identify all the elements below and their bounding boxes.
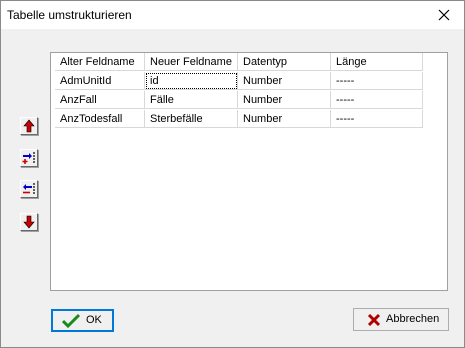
length-cell[interactable]: ----- <box>331 91 423 109</box>
datatype-cell[interactable]: Number <box>238 110 331 128</box>
arrow-up-icon <box>23 119 35 133</box>
datatype-cell[interactable]: Number <box>238 91 331 109</box>
x-icon <box>367 313 381 327</box>
dialog-window: Tabelle umstrukturieren Alter Feldname N… <box>0 0 465 348</box>
close-icon <box>438 9 450 21</box>
cancel-button[interactable]: Abbrechen <box>353 308 449 331</box>
column-header[interactable]: Neuer Feldname <box>145 53 238 71</box>
close-button[interactable] <box>424 1 464 29</box>
column-header[interactable]: Datentyp <box>238 53 331 71</box>
new-fieldname-cell[interactable]: Fälle <box>145 91 238 109</box>
field-grid[interactable]: Alter Feldname Neuer Feldname Datentyp L… <box>50 52 448 291</box>
remove-field-icon <box>23 183 35 195</box>
new-fieldname-cell[interactable]: id <box>145 72 238 90</box>
add-field-icon <box>22 152 35 164</box>
datatype-cell[interactable]: Number <box>238 72 331 90</box>
grid-header: Alter Feldname Neuer Feldname Datentyp L… <box>55 53 423 72</box>
new-fieldname-cell[interactable]: Sterbefälle <box>145 110 238 128</box>
add-field-button[interactable] <box>20 149 38 167</box>
length-cell[interactable]: ----- <box>331 72 423 90</box>
title-bar: Tabelle umstrukturieren <box>1 1 464 29</box>
table-row[interactable]: AnzTodesfall Sterbefälle Number ----- <box>55 110 423 129</box>
cancel-label: Abbrechen <box>386 313 440 325</box>
arrow-down-icon <box>23 215 35 229</box>
move-down-button[interactable] <box>20 213 38 231</box>
old-fieldname-cell[interactable]: AdmUnitId <box>55 72 145 90</box>
column-header[interactable]: Alter Feldname <box>55 53 145 71</box>
column-header[interactable]: Länge <box>331 53 423 71</box>
checkmark-icon <box>62 313 80 328</box>
ok-label: OK <box>86 314 102 326</box>
table-row[interactable]: AdmUnitId id Number ----- <box>55 72 423 91</box>
move-up-button[interactable] <box>20 117 38 135</box>
length-cell[interactable]: ----- <box>331 110 423 128</box>
ok-button[interactable]: OK <box>51 309 114 332</box>
old-fieldname-cell[interactable]: AnzFall <box>55 91 145 109</box>
old-fieldname-cell[interactable]: AnzTodesfall <box>55 110 145 128</box>
table-row[interactable]: AnzFall Fälle Number ----- <box>55 91 423 110</box>
dialog-title: Tabelle umstrukturieren <box>7 8 132 22</box>
remove-field-button[interactable] <box>20 180 38 198</box>
